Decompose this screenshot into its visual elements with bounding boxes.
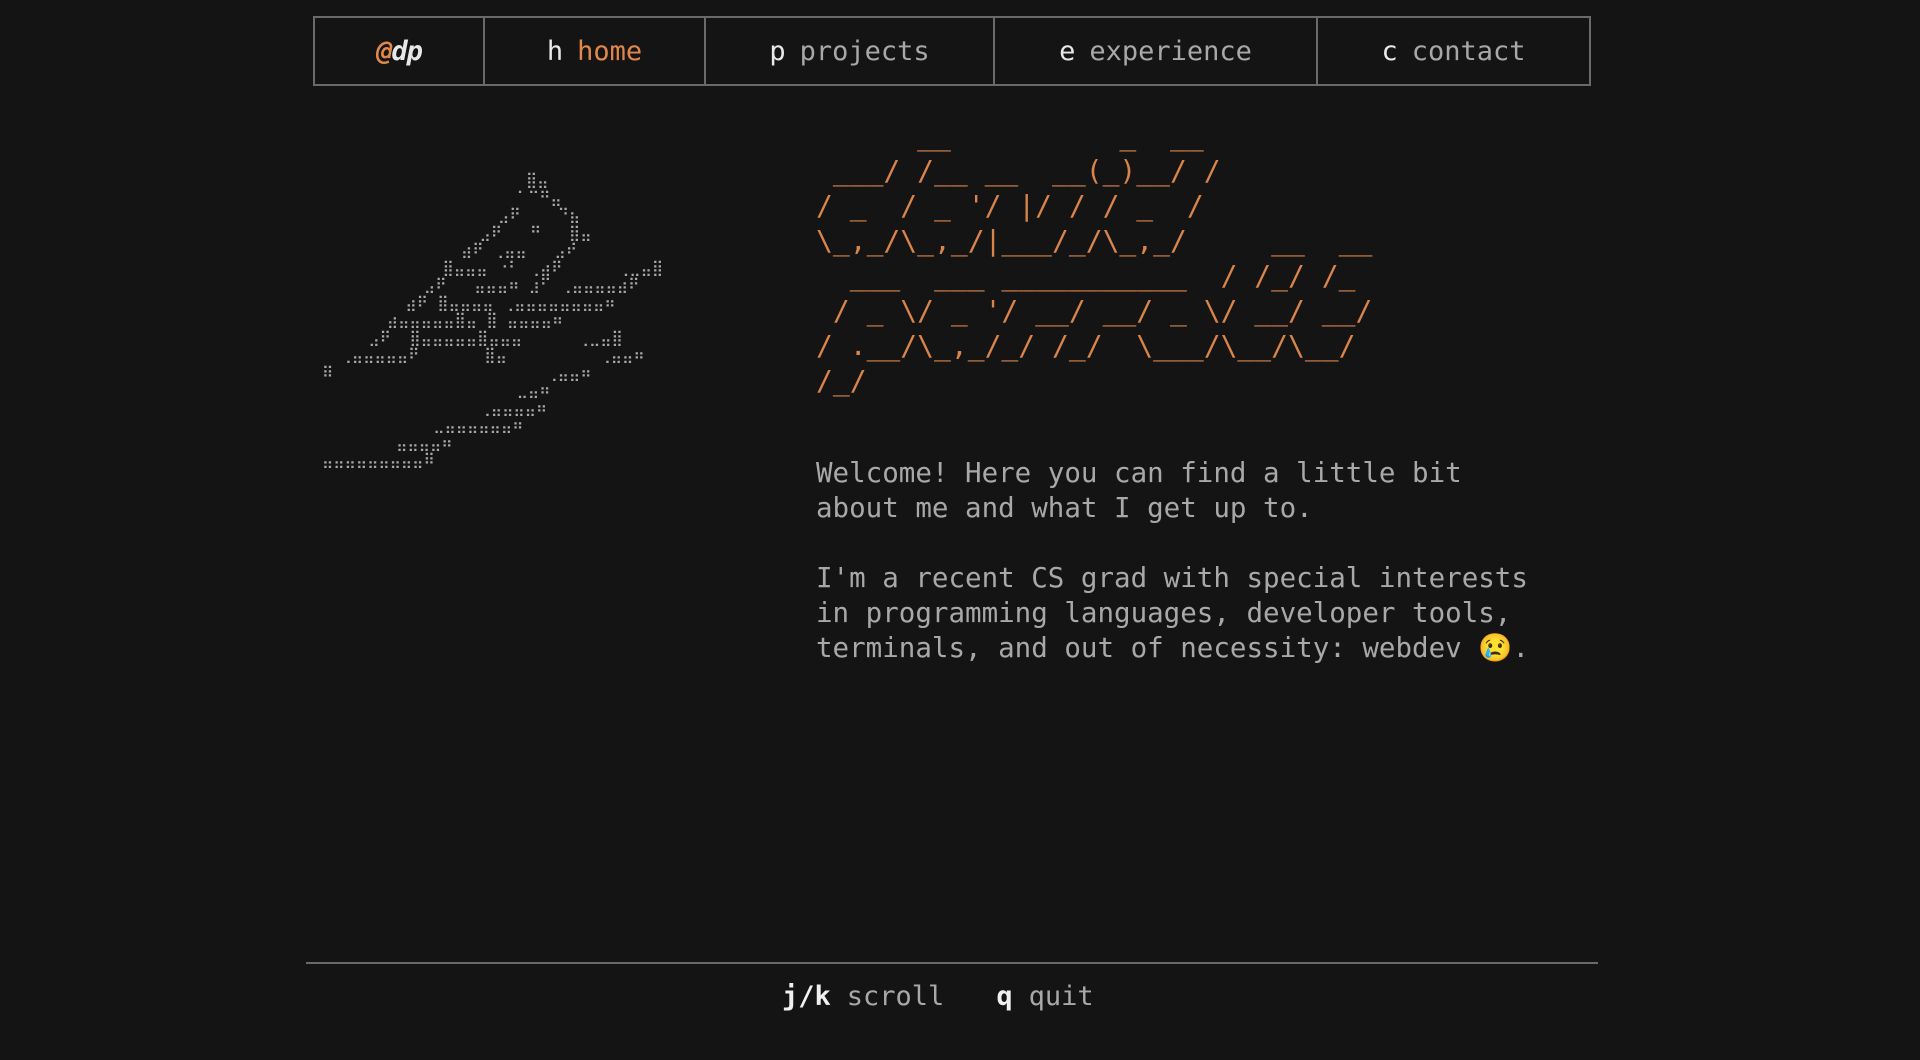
nav-item-home[interactable]: h home xyxy=(485,18,706,84)
nav-label-home: home xyxy=(577,35,643,67)
quit-hint[interactable]: q quit xyxy=(996,981,1093,1012)
brand-at: @ xyxy=(376,35,392,67)
footer-divider xyxy=(306,962,1598,964)
nav-item-contact[interactable]: c contact xyxy=(1318,18,1589,84)
nav-key-experience: e xyxy=(1059,35,1076,67)
quit-label: quit xyxy=(1028,981,1094,1012)
nav-key-contact: c xyxy=(1381,35,1398,67)
about-paragraph: I'm a recent CS grad with special intere… xyxy=(816,562,1530,664)
top-nav: @ dp h home p projects e experience c con… xyxy=(313,16,1591,86)
nav-key-projects: p xyxy=(769,35,786,67)
brand-logo[interactable]: @ dp xyxy=(315,18,485,84)
brand-name: dp xyxy=(391,35,423,67)
bird-ascii-art: ⣿⣤ ⠁⠉⠛⣤ ⣠⠟ ⠙⣦ ⣠⠟ ⠛ ⣿⣤ ⣴⠟ ⢀⣤⣤ ⣠⠞ ⣿⣤⣤⣤ ⠐⠃ … xyxy=(322,171,664,469)
keybinding-footer: j/k scroll q quit xyxy=(782,981,1094,1012)
scroll-hint[interactable]: j/k scroll xyxy=(782,981,944,1012)
quit-key: q xyxy=(996,981,1013,1012)
intro-text: Welcome! Here you can find a little bit … xyxy=(816,456,1536,701)
scroll-label: scroll xyxy=(846,981,945,1012)
nav-label-experience: experience xyxy=(1089,35,1252,67)
scroll-key: j/k xyxy=(782,981,831,1012)
welcome-paragraph: Welcome! Here you can find a little bit … xyxy=(816,457,1462,524)
nav-item-projects[interactable]: p projects xyxy=(706,18,995,84)
nav-label-projects: projects xyxy=(799,35,930,67)
name-ascii-banner: __ _ __ ___/ /__ __ __(_)__/ / / _ / _ '… xyxy=(816,119,1373,397)
nav-label-contact: contact xyxy=(1411,35,1526,67)
nav-key-home: h xyxy=(546,35,564,67)
nav-item-experience[interactable]: e experience xyxy=(995,18,1318,84)
